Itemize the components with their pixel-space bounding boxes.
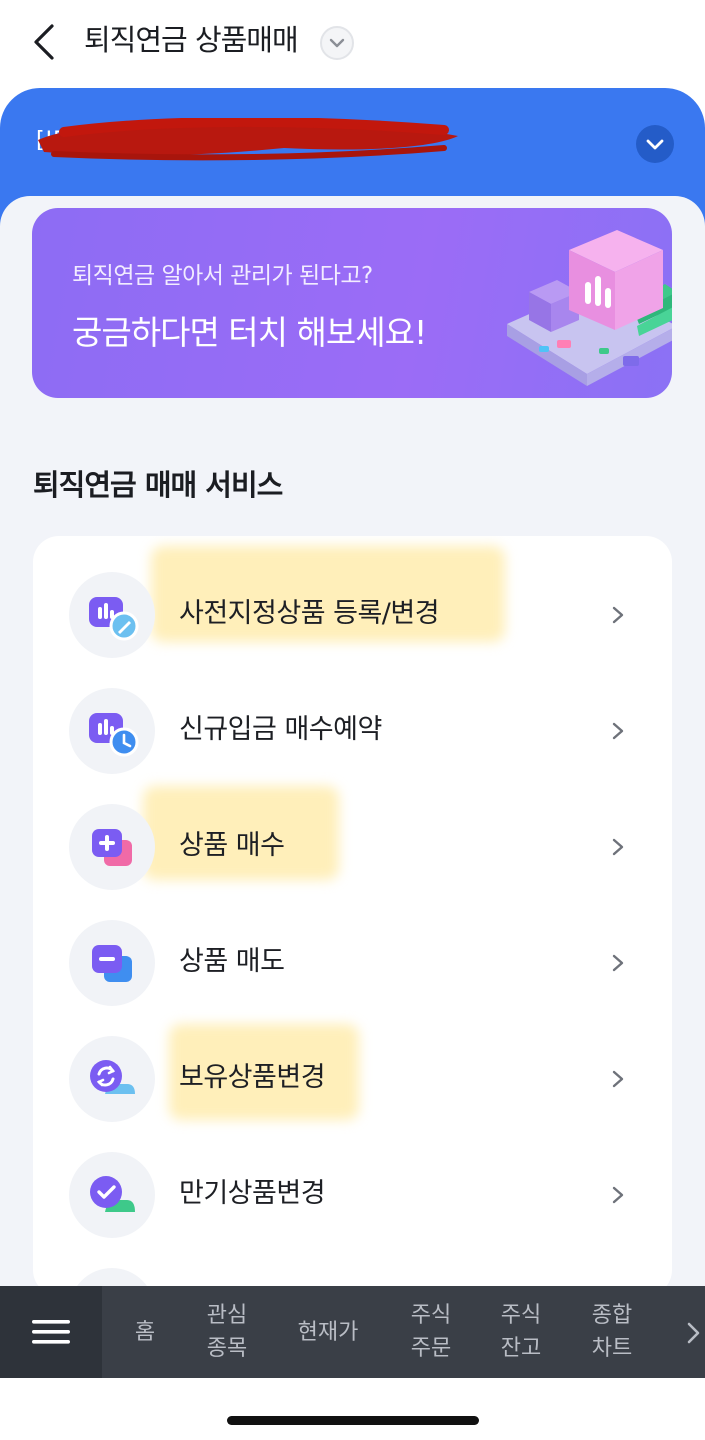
menu-button[interactable] [0,1286,102,1378]
nav-item-label: 차트 [591,1336,633,1361]
chevron-right-icon [612,1186,624,1204]
chevron-right-icon [612,722,624,740]
section-title: 퇴직연금 매매 서비스 [33,468,283,502]
minus-square-icon [69,920,155,1006]
nav-item-label: 종목 [206,1336,248,1361]
service-item-label: 상품 매수 [179,830,285,861]
redaction-mark [38,118,458,161]
nav-item-label: 주문 [410,1336,452,1361]
nav-item-chart[interactable]: 종합차트 [581,1286,643,1378]
chart-edit-icon [69,572,155,658]
service-item-sell-product[interactable]: 상품 매도 [33,904,672,1020]
check-icon [69,1152,155,1238]
chart-clock-icon [69,688,155,774]
service-item-label: 신규입금 매수예약 [179,714,382,745]
nav-item-label: 주식 [410,1303,452,1328]
cube-chart-illustration [507,230,672,386]
back-button[interactable] [26,20,66,64]
nav-item-watchlist[interactable]: 관심종목 [196,1286,258,1378]
nav-item-current-price[interactable]: 현재가 [282,1286,374,1378]
chevron-down-icon [329,38,345,48]
nav-item-label: 종합 [591,1303,633,1328]
nav-item-label: 주식 [500,1303,542,1328]
service-item-preset-product[interactable]: 사전지정상품 등록/변경 [33,556,672,672]
plus-square-icon [69,804,155,890]
service-item-label: 상품 매도 [179,946,285,977]
account-dropdown-button[interactable] [636,125,674,163]
nav-item-label: 잔고 [500,1336,542,1361]
service-item-change-holdings[interactable]: 보유상품변경 [33,1020,672,1136]
chevron-right-icon [612,606,624,624]
banner-subtitle: 퇴직연금 알아서 관리가 된다고? [72,263,373,289]
swap-icon [69,1036,155,1122]
banner-headline: 궁금하다면 터치 해보세요! [72,313,427,352]
page-title: 퇴직연금 상품매매 [84,23,299,57]
promo-banner[interactable]: 퇴직연금 알아서 관리가 된다고? 궁금하다면 터치 해보세요! [32,208,672,398]
nav-item-label: 현재가 [297,1319,359,1345]
service-item-label: 보유상품변경 [179,1062,326,1093]
back-arrow-icon [34,24,54,60]
chevron-down-icon [646,139,664,150]
service-item-new-deposit-reservation[interactable]: 신규입금 매수예약 [33,672,672,788]
bottom-nav: 홈 관심종목 현재가 주식주문 주식잔고 종합차트 [0,1286,705,1378]
hamburger-menu-icon [32,1320,70,1344]
nav-item-stock-balance[interactable]: 주식잔고 [490,1286,552,1378]
nav-item-stock-order[interactable]: 주식주문 [400,1286,462,1378]
service-item-label: 사전지정상품 등록/변경 [179,598,440,629]
home-indicator [227,1416,479,1425]
service-list: 사전지정상품 등록/변경 신규입금 매수예약 상품 매수 상품 매도 보유상품변… [33,536,672,1296]
top-bar: 퇴직연금 상품매매 [0,0,705,88]
nav-item-label: 홈 [134,1319,156,1345]
title-dropdown-button[interactable] [320,26,354,60]
nav-item-label: 관심 [206,1303,248,1328]
service-item-label: 만기상품변경 [179,1178,326,1209]
service-item-change-maturity[interactable]: 만기상품변경 [33,1136,672,1252]
chevron-right-icon [612,838,624,856]
chevron-right-icon [612,954,624,972]
nav-item-home[interactable]: 홈 [114,1286,176,1378]
service-item-buy-product[interactable]: 상품 매수 [33,788,672,904]
chevron-right-icon[interactable] [684,1318,704,1348]
chevron-right-icon [612,1070,624,1088]
